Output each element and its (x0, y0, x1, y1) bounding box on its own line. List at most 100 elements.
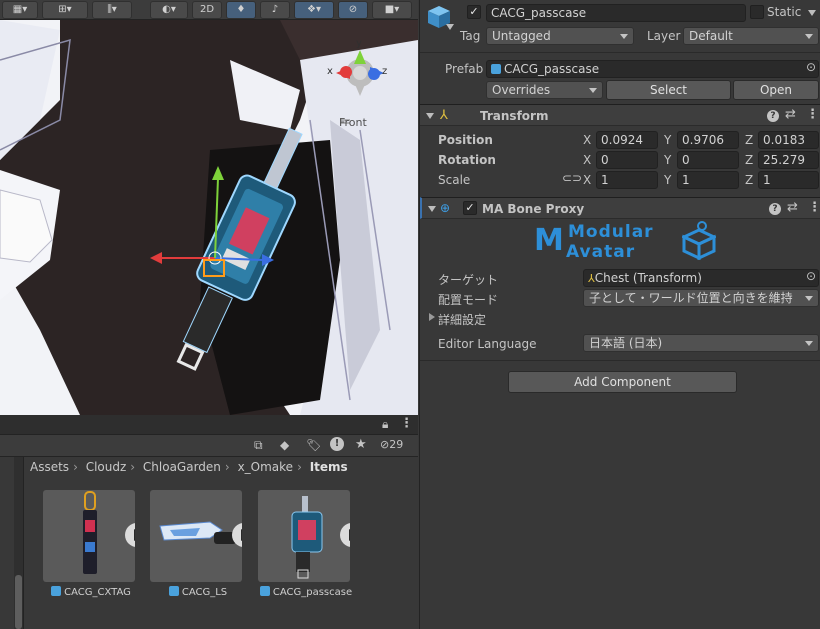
hidden-count: 29 (389, 438, 404, 451)
shading-mode-icon[interactable]: ◐▾ (150, 1, 188, 19)
mode-2d-button[interactable]: 2D (192, 1, 222, 19)
view-gizmo-label[interactable]: Front (339, 116, 367, 129)
asset-tile[interactable]: CACG_passcase (258, 490, 352, 598)
label-filter-icon[interactable]: 🏷︎ (306, 438, 321, 452)
scale-y-field[interactable]: 1 (677, 171, 739, 189)
presets-icon[interactable]: ⇄ (785, 107, 796, 122)
tag-label: Tag (460, 29, 481, 43)
prefab-label: Prefab (445, 62, 484, 76)
inspector-panel: ✓ CACG_passcase Static Tag Untagged Laye… (419, 0, 820, 629)
breadcrumb-x-omake[interactable]: x_Omake (238, 460, 294, 474)
position-x-field[interactable]: 0.0924 (596, 131, 658, 149)
static-dropdown-arrow[interactable] (808, 10, 816, 16)
help-icon[interactable]: ? (767, 110, 779, 122)
ls-preview (159, 521, 236, 544)
layer-dropdown[interactable]: Default (683, 27, 819, 45)
axis-z-label: Z (745, 173, 754, 187)
component-enabled-checkbox[interactable]: ✓ (463, 201, 477, 215)
presets-icon[interactable]: ⇄ (787, 200, 798, 215)
script-component-icon: ⊕ (440, 201, 451, 215)
position-z-field[interactable]: 0.0183 (758, 131, 819, 149)
grid-visibility-icon[interactable]: ⊞▾ (42, 1, 88, 19)
target-field[interactable]: ⅄Chest (Transform) (583, 269, 819, 287)
target-label: ターゲット (438, 273, 499, 287)
transform-axes-icon: ⅄ (588, 272, 595, 285)
asset-tile[interactable]: CACG_CXTAG (43, 490, 135, 598)
active-checkbox[interactable]: ✓ (467, 5, 481, 19)
scene-render (0, 0, 418, 415)
more-options-icon[interactable]: ⋮ (400, 416, 413, 431)
lighting-icon[interactable]: ♦ (226, 1, 256, 19)
static-checkbox[interactable] (750, 5, 764, 19)
asset-thumbnail[interactable] (258, 490, 350, 582)
position-label[interactable]: Position (438, 133, 493, 147)
tag-dropdown[interactable]: Untagged (486, 27, 634, 45)
cxtag-preview (83, 491, 97, 574)
overrides-dropdown[interactable]: Overrides (486, 81, 603, 99)
modular-avatar-logo: M Modular Avatar (530, 220, 720, 266)
asset-tile[interactable]: CACG_LS (150, 490, 242, 598)
project-toolbar: ⧉ ◆ 🏷︎ ! ★ ⊘29 (0, 435, 418, 457)
foldout-arrow[interactable] (426, 113, 434, 119)
snap-increment-icon[interactable]: ⫼▾ (92, 1, 132, 19)
axis-x-label: X (583, 153, 592, 167)
prefab-cube-icon (259, 586, 270, 596)
hidden-objects-icon[interactable]: ⊘ (338, 1, 368, 19)
tree-scrollbar[interactable] (14, 457, 23, 629)
rotation-z-field[interactable]: 25.279 (758, 151, 819, 169)
breadcrumb-items[interactable]: Items (310, 460, 348, 474)
hidden-packages-icon[interactable]: ⊘29 (380, 438, 403, 451)
audio-mute-icon[interactable]: ♪ (260, 1, 290, 19)
breadcrumb-assets[interactable]: Assets (30, 460, 69, 474)
rotation-x-field[interactable]: 0 (596, 151, 658, 169)
scene-view[interactable]: y x z Front (0, 0, 418, 415)
breadcrumb-chloagarden[interactable]: ChloaGarden (143, 460, 221, 474)
icon-dropdown-arrow[interactable] (446, 24, 454, 30)
scale-label[interactable]: Scale (438, 173, 470, 187)
asset-thumbnail[interactable] (150, 490, 242, 582)
camera-icon[interactable]: ■▾ (372, 1, 412, 19)
help-icon[interactable]: ? (769, 203, 781, 215)
object-picker-icon[interactable]: ⊙ (806, 269, 816, 283)
favorite-star-icon[interactable]: ★ (355, 437, 367, 452)
foldout-arrow[interactable] (429, 313, 435, 321)
filter-type-icon[interactable]: ◆ (280, 438, 289, 452)
add-component-button[interactable]: Add Component (508, 371, 737, 393)
lock-icon[interactable]: 🔒︎ (382, 417, 388, 432)
rotation-label[interactable]: Rotation (438, 153, 496, 167)
bone-proxy-header[interactable]: ⊕ ✓ MA Bone Proxy ? ⇄ ⋮ (420, 197, 820, 219)
divider (420, 360, 820, 361)
placement-dropdown[interactable]: 子として・ワールド位置と向きを維持 (583, 289, 819, 307)
bone-proxy-title: MA Bone Proxy (482, 202, 585, 216)
foldout-arrow[interactable] (428, 206, 436, 212)
breadcrumb-cloudz[interactable]: Cloudz (86, 460, 127, 474)
project-folder-tree[interactable] (0, 457, 24, 629)
search-by-type-icon[interactable]: ⧉ (254, 438, 263, 453)
transform-header[interactable]: ⅄ Transform ? ⇄ ⋮ (420, 104, 820, 126)
scale-x-field[interactable]: 1 (596, 171, 658, 189)
open-button[interactable]: Open (733, 80, 819, 100)
object-picker-icon[interactable]: ⊙ (806, 60, 816, 74)
prefab-asset-field[interactable]: CACG_passcase (486, 60, 819, 78)
asset-thumbnail[interactable] (43, 490, 135, 582)
logo-m-letter: M (534, 223, 564, 258)
position-y-field[interactable]: 0.9706 (677, 131, 739, 149)
object-name-field[interactable]: CACG_passcase (486, 4, 746, 22)
project-panel-tabbar: 🔒︎ ⋮ (0, 415, 418, 435)
component-menu-icon[interactable]: ⋮ (808, 200, 820, 215)
grid-snap-icon[interactable]: ▦▾ (2, 1, 38, 19)
layer-label: Layer (647, 29, 681, 43)
tree-scroll-thumb[interactable] (15, 575, 22, 629)
select-button[interactable]: Select (606, 80, 731, 100)
rotation-y-field[interactable]: 0 (677, 151, 739, 169)
advanced-settings-foldout[interactable]: 詳細設定 (438, 311, 486, 328)
component-menu-icon[interactable]: ⋮ (806, 107, 819, 122)
effects-icon[interactable]: ❖▾ (294, 1, 334, 19)
logo-box-icon (682, 221, 716, 260)
warning-filter-icon[interactable]: ! (330, 437, 344, 451)
prefab-cube-icon (51, 586, 62, 596)
constrain-proportions-icon[interactable]: ⊂⊃ (562, 171, 582, 185)
axis-z-label: Z (745, 133, 754, 147)
scale-z-field[interactable]: 1 (758, 171, 819, 189)
editor-language-dropdown[interactable]: 日本語 (日本) (583, 334, 819, 352)
